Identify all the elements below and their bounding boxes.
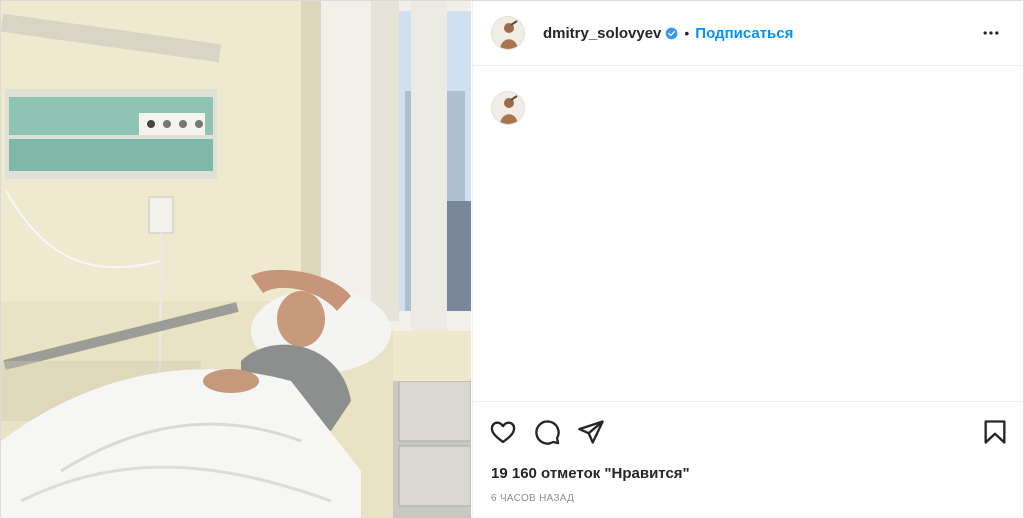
more-options-icon[interactable] [981, 23, 1001, 43]
post-container: dmitry_solovyev • Подписаться 19 160 отм… [0, 0, 1024, 518]
profile-picture [492, 92, 524, 124]
avatar[interactable] [491, 16, 525, 50]
heart-icon[interactable] [489, 418, 517, 446]
post-header: dmitry_solovyev • Подписаться [473, 1, 1023, 66]
caption-avatar[interactable] [491, 91, 525, 125]
paper-plane-icon[interactable] [577, 418, 605, 446]
hospital-photo-image [1, 1, 471, 518]
post-photo[interactable] [1, 1, 471, 518]
post-side-panel: dmitry_solovyev • Подписаться 19 160 отм… [472, 1, 1023, 518]
bookmark-icon[interactable] [981, 418, 1009, 446]
separator-dot: • [684, 25, 690, 41]
follow-button[interactable]: Подписаться [695, 25, 793, 42]
caption-row [491, 91, 525, 125]
username-link[interactable]: dmitry_solovyev [543, 25, 661, 42]
action-bar [473, 401, 1023, 462]
comment-icon[interactable] [533, 418, 561, 446]
verified-badge-icon [666, 27, 678, 39]
profile-picture [492, 17, 524, 49]
post-timestamp[interactable]: 6 ЧАСОВ НАЗАД [491, 493, 574, 504]
likes-count[interactable]: 19 160 отметок "Нравится" [491, 465, 690, 482]
